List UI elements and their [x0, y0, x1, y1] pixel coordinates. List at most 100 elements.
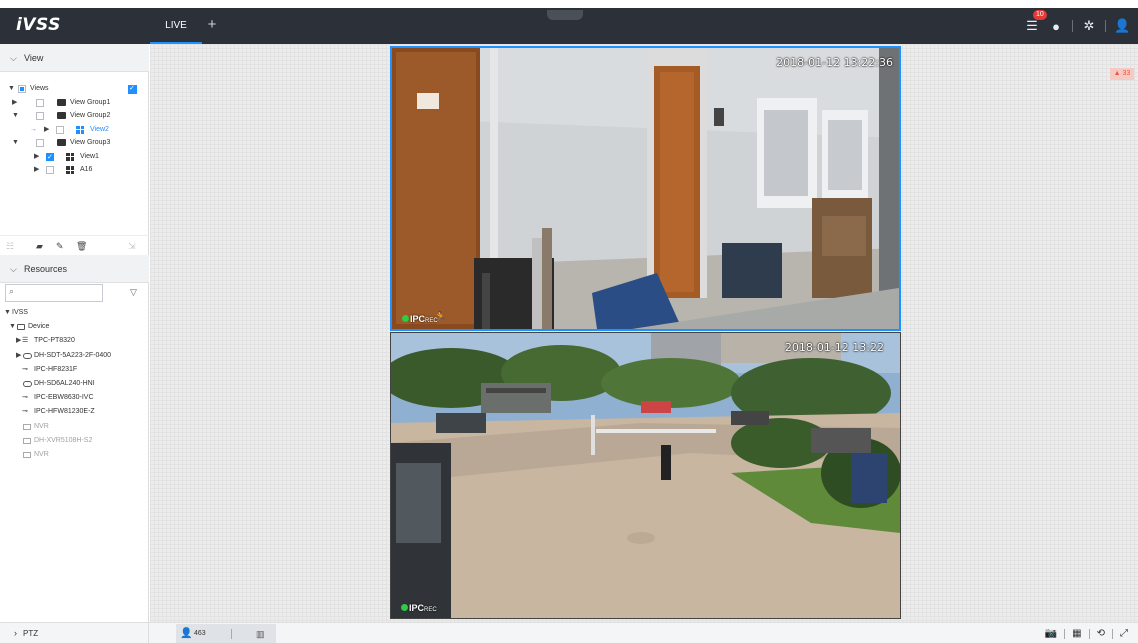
folder-icon: [57, 98, 66, 106]
recording-indicator: [402, 315, 409, 322]
fullscreen-icon[interactable]: ⤢: [1120, 628, 1128, 639]
tree-node-device-item[interactable]: ▶ ☰ TPC-PT8320: [0, 334, 149, 348]
user-icon[interactable]: 👤: [1114, 18, 1130, 34]
expand-arrow-icon[interactable]: ▶: [16, 334, 21, 348]
expand-arrow-icon[interactable]: ▼: [12, 136, 19, 150]
toolbar-divider: [1112, 628, 1113, 639]
edit-icon[interactable]: ✎: [56, 241, 64, 252]
resource-tree: ▼ IVSS ▼ Device ▶ ☰ TPC-PT8320 ▶ DH-SDT-…: [0, 306, 149, 462]
tree-node-device-item[interactable]: NVR: [0, 420, 149, 434]
tree-node-view-group2[interactable]: ▼ View Group2: [0, 109, 149, 123]
tree-node-a16[interactable]: ▶ A16: [0, 163, 149, 177]
toolbar-divider: [1105, 20, 1106, 32]
checkbox[interactable]: [56, 125, 64, 134]
checkbox[interactable]: [46, 166, 54, 174]
tree-node-views[interactable]: ▼ Views: [0, 82, 149, 96]
tree-node-label: A16: [80, 166, 93, 173]
camera-icon[interactable]: 📷: [1045, 628, 1057, 639]
expand-arrow-icon[interactable]: ▶: [16, 349, 21, 363]
video-timestamp: 2018-01-12 13:22: [784, 341, 884, 354]
checkbox[interactable]: [36, 139, 44, 147]
tree-node-label: View2: [90, 125, 109, 133]
dome-camera-icon: [23, 352, 32, 359]
add-tab-button[interactable]: +: [202, 8, 222, 44]
tree-node-view-group1[interactable]: ▶ View Group1: [0, 96, 149, 110]
device-status-icon[interactable]: ●: [1048, 19, 1064, 34]
search-field[interactable]: ⌕: [5, 284, 103, 304]
tree-node-label: DH-SDT-5A223-2F-0400: [34, 351, 112, 359]
resources-section-header[interactable]: ⌵ Resources: [0, 255, 149, 283]
tab-divider: [231, 629, 232, 639]
view-section-title: View: [24, 53, 44, 63]
tree-node-label: View Group1: [70, 98, 111, 106]
ptz-section-toggle[interactable]: › PTZ: [0, 623, 149, 643]
active-pointer-icon: →: [30, 125, 37, 133]
tree-node-device-item[interactable]: ⊸ IPC-HFW81230E-Z: [0, 405, 149, 419]
people-count-tab[interactable]: 👤 463 ▥: [176, 624, 276, 643]
view-section-header[interactable]: ⌵ View: [0, 44, 149, 72]
expand-arrow-icon[interactable]: ▶: [34, 163, 39, 177]
video-osd: IPCREC: [402, 314, 438, 324]
split-screen-icon[interactable]: ▦: [1072, 628, 1081, 639]
grid-view-icon: [66, 152, 74, 161]
view-toolbar: ☷ ▰ ✎ 🗑 ⇲: [0, 235, 149, 257]
select-all-checkbox[interactable]: [128, 82, 137, 96]
dome-camera-icon: [23, 380, 32, 387]
tree-node-view-group3[interactable]: ▼ View Group3: [0, 136, 149, 150]
columns-icon[interactable]: ▥: [256, 624, 265, 643]
toolbar-divider: [1072, 20, 1073, 32]
tree-node-label: View Group2: [70, 112, 111, 119]
tree-node-label: DH-XVR5108H-S2: [34, 436, 93, 444]
tree-node-device-item[interactable]: NVR: [0, 448, 149, 462]
tab-live[interactable]: LIVE: [150, 8, 202, 44]
alarm-indicator[interactable]: ▲ 33: [1110, 68, 1134, 80]
expand-arrow-icon[interactable]: ▶: [12, 96, 17, 110]
chevron-right-icon: ›: [14, 628, 17, 638]
checkbox[interactable]: [18, 85, 26, 93]
expand-arrow-icon[interactable]: ▼: [8, 82, 15, 96]
collapse-topbar-handle[interactable]: [547, 10, 583, 20]
checkbox[interactable]: [46, 151, 54, 164]
checkbox[interactable]: [36, 112, 44, 120]
alarm-list-icon[interactable]: ☰ 10: [1024, 10, 1047, 34]
tree-node-device-item[interactable]: DH-SD6AL240-HNI: [0, 377, 149, 391]
tree-node-label: NVR: [34, 450, 49, 458]
tree-node-view1[interactable]: ▶ View1: [0, 150, 149, 165]
checkbox[interactable]: [36, 98, 44, 107]
export-icon[interactable]: ⇲: [128, 241, 136, 252]
ivss-client-window: iVSS LIVE + ☰10 ● ✲ 👤 ⌵ View ▼ Views ▶: [0, 0, 1138, 643]
filter-icon[interactable]: ▽: [130, 287, 137, 298]
video-window-2[interactable]: 2018-01-12 13:22 IPCREC: [390, 332, 901, 619]
expand-arrow-icon[interactable]: ▼: [12, 109, 19, 123]
gear-icon[interactable]: ✲: [1081, 18, 1097, 34]
chevron-down-icon: ⌵: [10, 53, 17, 63]
expand-arrow-icon[interactable]: ▼: [9, 320, 16, 334]
video-window-1[interactable]: 2018-01-12 13:22:36 IPCREC 🏃: [390, 46, 901, 331]
add-view-icon[interactable]: ▰: [36, 241, 43, 252]
alarm-count-badge: 10: [1033, 10, 1047, 20]
list-icon[interactable]: ☷: [6, 241, 14, 252]
tree-node-device-item[interactable]: DH-XVR5108H-S2: [0, 434, 149, 448]
search-input[interactable]: [20, 287, 100, 304]
tree-node-device-item[interactable]: ⊸ IPC-HF8231F: [0, 363, 149, 377]
expand-arrow-icon[interactable]: ▼: [4, 306, 11, 320]
app-logo: iVSS: [16, 15, 61, 35]
tree-node-device[interactable]: ▼ Device: [0, 320, 149, 334]
expand-arrow-icon[interactable]: ▶: [34, 150, 39, 164]
tree-node-device-item[interactable]: ⊸ IPC-EBW8630-IVC: [0, 391, 149, 405]
tree-node-label: IPC-HF8231F: [34, 365, 78, 373]
tree-node-label: TPC-PT8320: [34, 337, 75, 345]
live-view-area[interactable]: ▲ 33 2018-01-12 13:22:36 IPCREC 🏃 2018-0…: [150, 44, 1138, 622]
tree-node-label: NVR: [34, 422, 49, 430]
top-navigation-bar: iVSS LIVE + ☰ 10 ● ✲ 👤: [0, 8, 1138, 44]
playback-icon[interactable]: ⟲: [1097, 628, 1105, 639]
delete-icon[interactable]: 🗑: [76, 241, 87, 252]
resources-section-title: Resources: [24, 264, 68, 274]
bullet-camera-icon: ⊸: [22, 365, 28, 373]
tree-node-device-item[interactable]: ▶ DH-SDT-5A223-2F-0400: [0, 349, 149, 363]
tree-node-ivss[interactable]: ▼ IVSS: [0, 306, 149, 320]
tree-node-view2[interactable]: → ▶ View2: [0, 123, 149, 137]
left-sidebar: ⌵ View ▼ Views ▶ View Group1 ▼ View Group…: [0, 44, 149, 622]
tree-node-label: View Group3: [70, 139, 111, 146]
expand-arrow-icon[interactable]: ▶: [44, 123, 49, 137]
